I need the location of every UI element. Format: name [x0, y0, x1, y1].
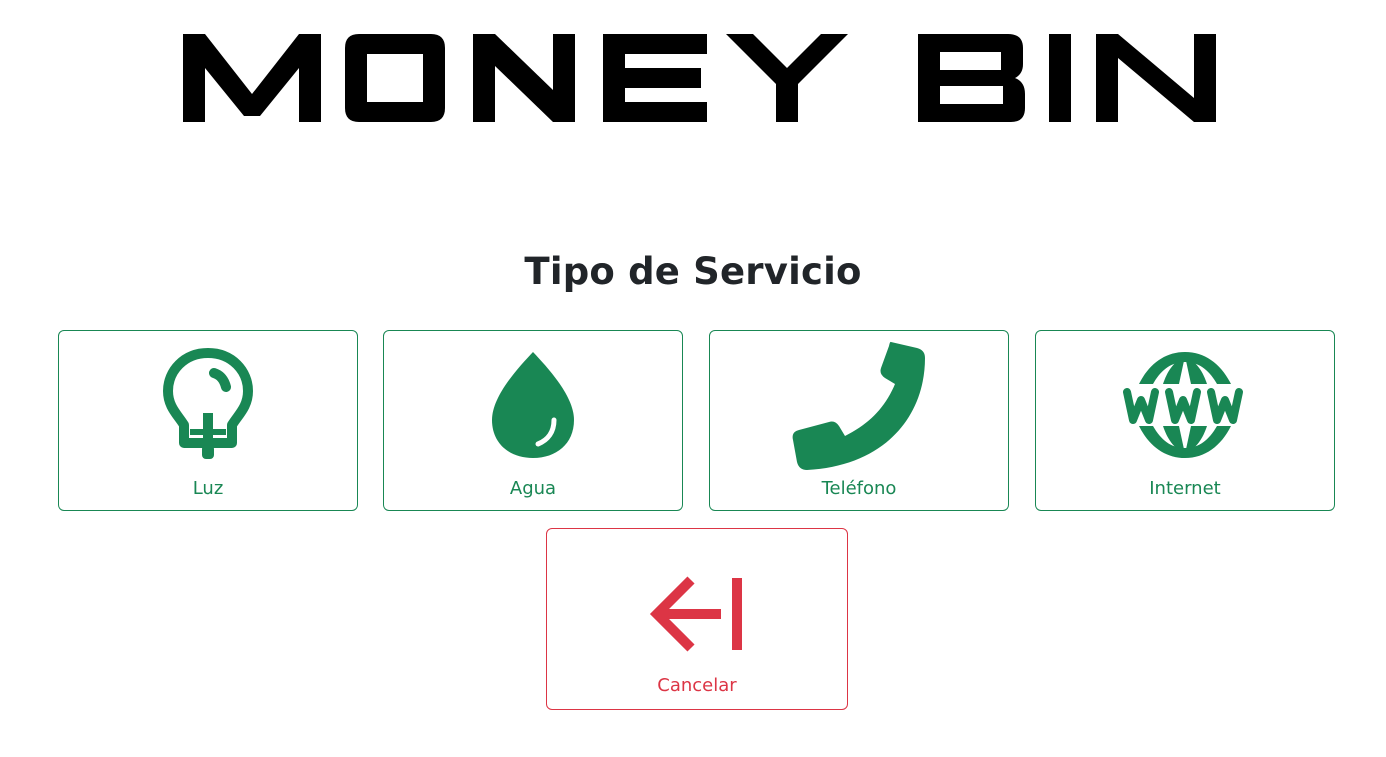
droplet-icon: [384, 337, 682, 473]
service-luz-button[interactable]: Luz: [58, 330, 358, 511]
globe-www-icon: [1036, 337, 1334, 473]
phone-icon: [710, 337, 1008, 473]
service-telefono-button[interactable]: Teléfono: [709, 330, 1009, 511]
service-label: Internet: [1149, 478, 1221, 499]
service-label: Agua: [509, 478, 557, 499]
service-label: Luz: [192, 478, 224, 499]
brand-logo: [183, 34, 1216, 122]
service-internet-button[interactable]: Internet: [1035, 330, 1335, 511]
cancel-label: Cancelar: [657, 675, 737, 696]
cancel-button[interactable]: Cancelar: [546, 528, 848, 710]
service-label: Teléfono: [821, 478, 897, 499]
page-title: Tipo de Servicio: [524, 250, 862, 293]
service-agua-button[interactable]: Agua: [383, 330, 683, 511]
lightbulb-icon: [59, 337, 357, 473]
exit-arrow-icon: [547, 559, 847, 669]
